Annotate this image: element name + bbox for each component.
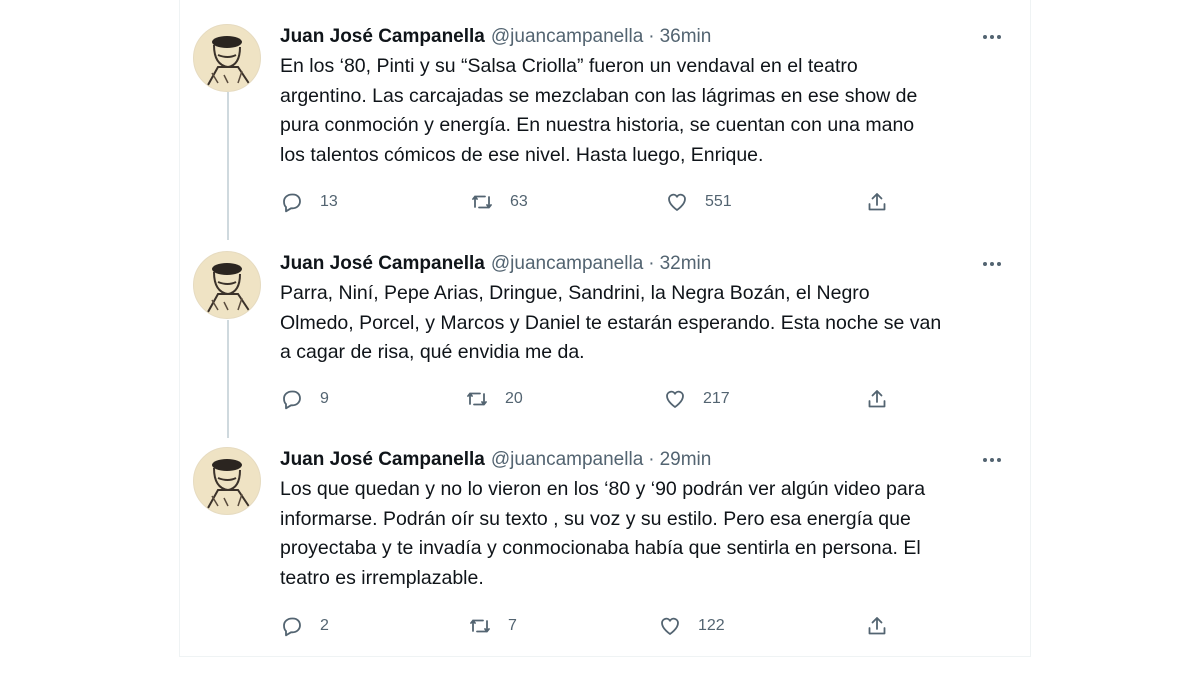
tweet-text-line: Olmedo, Porcel, y Marcos y Daniel te est… [280, 311, 942, 334]
tweet-text: Los que quedan y no lo vieron en los ‘80… [280, 475, 980, 593]
share-button[interactable] [865, 611, 889, 641]
retweet-icon [467, 392, 487, 406]
tweet-text: En los ‘80, Pinti y su “Salsa Criolla” f… [280, 52, 980, 170]
share-button[interactable] [865, 187, 889, 217]
more-icon[interactable] [977, 448, 1007, 472]
share-icon [868, 617, 886, 635]
more-icon[interactable] [977, 25, 1007, 49]
heart-icon [668, 193, 686, 211]
separator: · [648, 253, 655, 274]
reply-button[interactable]: 13 [280, 187, 338, 217]
separator: · [648, 449, 655, 470]
author-name[interactable]: Juan José Campanella [280, 449, 485, 471]
reply-count: 9 [320, 390, 329, 407]
reply-count: 13 [320, 193, 338, 210]
author-name[interactable]: Juan José Campanella [280, 253, 485, 275]
reply-icon [283, 390, 301, 410]
author-handle[interactable]: @juancampanella [491, 253, 643, 275]
tweet-actions: 9 20 217 [280, 384, 920, 414]
reply-icon [283, 617, 301, 637]
thread-line [227, 320, 229, 438]
tweet-text-line: teatro es irremplazable. [280, 566, 484, 589]
retweet-count: 7 [508, 617, 517, 634]
retweet-button[interactable]: 63 [470, 187, 528, 217]
like-button[interactable]: 122 [658, 611, 725, 641]
tweet-text: Parra, Niní, Pepe Arias, Dringue, Sandri… [280, 279, 980, 368]
tweet-header: Juan José Campanella @juancampanella · 2… [280, 447, 711, 473]
timestamp[interactable]: 32min [660, 253, 712, 275]
tweet-text-line: En los ‘80, Pinti y su “Salsa Criolla” f… [280, 55, 858, 77]
share-icon [868, 390, 886, 408]
author-handle[interactable]: @juancampanella [491, 26, 643, 48]
tweet-actions: 2 7 122 [280, 611, 920, 641]
like-button[interactable]: 551 [665, 187, 732, 217]
reply-button[interactable]: 2 [280, 611, 329, 641]
retweet-count: 20 [505, 390, 523, 407]
retweet-icon [472, 195, 492, 209]
reply-count: 2 [320, 617, 329, 634]
retweet-button[interactable]: 20 [465, 384, 523, 414]
timestamp[interactable]: 36min [660, 26, 712, 48]
reply-button[interactable]: 9 [280, 384, 329, 414]
tweet-text-line: Parra, Niní, Pepe Arias, Dringue, Sandri… [280, 282, 870, 304]
tweet-header: Juan José Campanella @juancampanella · 3… [280, 251, 711, 277]
tweet-text-line: pura conmoción y energía. En nuestra his… [280, 114, 915, 136]
share-icon [868, 193, 886, 211]
tweet-text-line: Los que quedan y no lo vieron en los ‘80… [280, 478, 926, 500]
tweet-text-line: los talentos cómicos de ese nivel. Hasta… [280, 143, 764, 166]
like-count: 122 [698, 617, 725, 634]
tweet-actions: 13 63 551 [280, 187, 920, 217]
heart-icon [661, 617, 679, 635]
avatar[interactable] [193, 24, 261, 92]
timestamp[interactable]: 29min [660, 449, 712, 471]
retweet-icon [470, 619, 490, 633]
like-button[interactable]: 217 [663, 384, 730, 414]
author-handle[interactable]: @juancampanella [491, 449, 643, 471]
thread-line [227, 92, 229, 240]
author-name[interactable]: Juan José Campanella [280, 26, 485, 48]
separator: · [648, 26, 655, 47]
tweet-text-line: a cagar de risa, qué envidia me da. [280, 341, 585, 363]
share-button[interactable] [865, 384, 889, 414]
avatar[interactable] [193, 447, 261, 515]
tweet-text-line: argentino. Las carcajadas se mezclaban c… [280, 84, 918, 107]
heart-icon [666, 390, 684, 408]
avatar[interactable] [193, 251, 261, 319]
retweet-count: 63 [510, 193, 528, 210]
tweet-text-line: informarse. Podrán oír su texto , su voz… [280, 507, 911, 530]
more-icon[interactable] [977, 252, 1007, 276]
retweet-button[interactable]: 7 [468, 611, 517, 641]
tweet-text-line: proyectaba y te invadía y conmocionaba h… [280, 537, 921, 559]
tweet-header: Juan José Campanella @juancampanella · 3… [280, 24, 711, 50]
like-count: 551 [705, 193, 732, 210]
reply-icon [283, 193, 301, 213]
like-count: 217 [703, 390, 730, 407]
